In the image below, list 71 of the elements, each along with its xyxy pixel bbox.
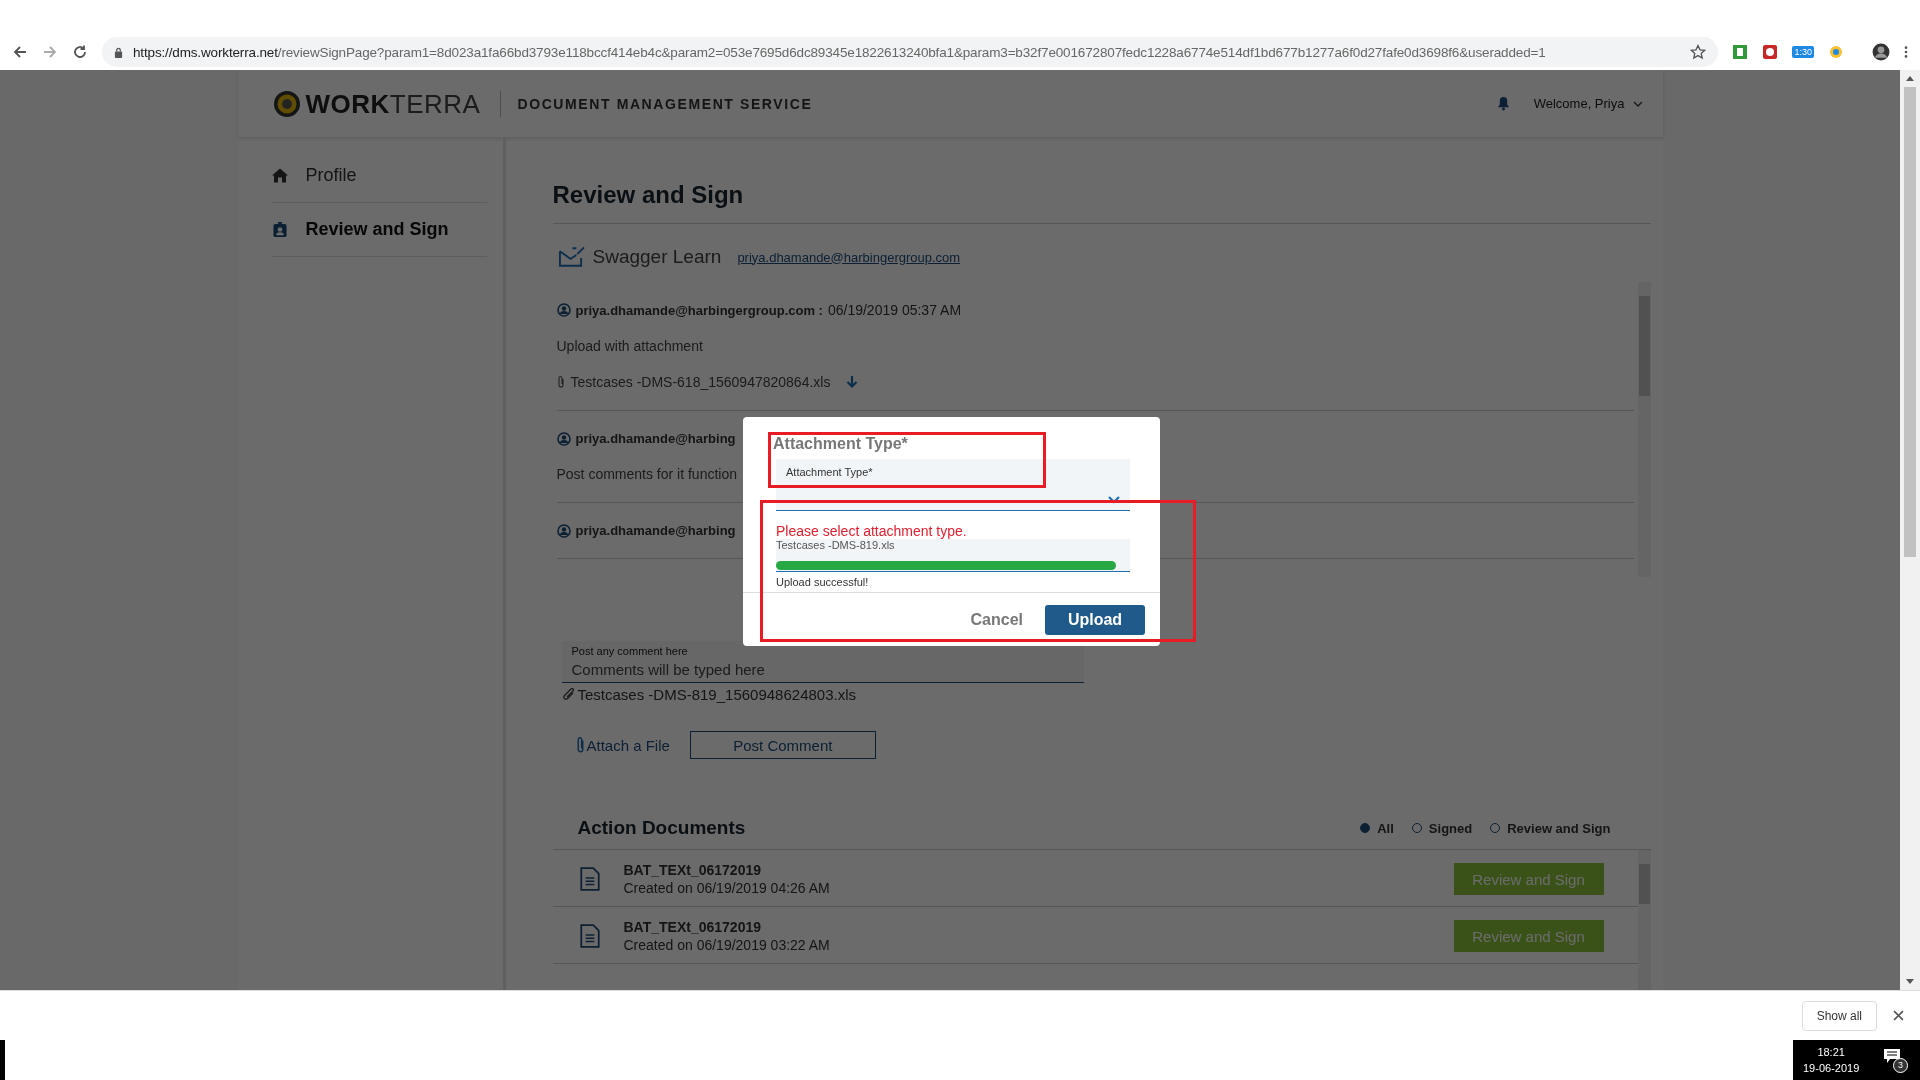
comment-author: priya.dhamande@harbing bbox=[575, 523, 736, 538]
chevron-down-icon[interactable] bbox=[1632, 100, 1643, 107]
comment-timestamp: 06/19/2019 05:37 AM bbox=[827, 302, 962, 318]
comment-input[interactable]: Comments will be typed here bbox=[571, 657, 1074, 680]
scrollbar[interactable] bbox=[1637, 850, 1651, 990]
scroll-down-icon[interactable] bbox=[1906, 979, 1914, 984]
notifications-button[interactable]: 3 bbox=[1884, 1049, 1906, 1071]
file-name: Testcases -DMS-819.xls bbox=[776, 539, 896, 551]
profile-avatar-icon[interactable] bbox=[1872, 43, 1890, 61]
close-icon[interactable] bbox=[1893, 1010, 1904, 1021]
reload-icon[interactable] bbox=[72, 44, 88, 60]
attachment-type-dropdown[interactable]: Attachment Type* bbox=[776, 459, 1130, 511]
scrollbar[interactable] bbox=[1637, 282, 1651, 577]
field-label: Post any comment here bbox=[571, 645, 689, 657]
logo-text: WORKTERRA bbox=[305, 90, 502, 117]
paperclip-icon bbox=[575, 736, 585, 754]
comment-text: Post comments for it function bbox=[556, 466, 738, 482]
comment-author: priya.dhamande@harbing bbox=[575, 431, 736, 446]
star-icon[interactable] bbox=[1690, 44, 1707, 60]
home-icon bbox=[271, 168, 288, 183]
sidebar-item[interactable]: Review and Sign bbox=[271, 203, 487, 257]
upload-status: Upload successful! bbox=[743, 572, 1160, 593]
document-created-date: Created on 06/19/2019 04:26 AM bbox=[623, 880, 831, 896]
document-name: Swagger Learn bbox=[592, 246, 722, 268]
show-all-button[interactable]: Show all bbox=[1801, 1000, 1877, 1031]
extension-badge[interactable]: 1:30 bbox=[1792, 46, 1814, 58]
download-icon[interactable] bbox=[846, 375, 859, 389]
bell-icon[interactable] bbox=[1496, 96, 1510, 111]
document-icon bbox=[579, 867, 600, 891]
section-title: Action Documents bbox=[577, 817, 746, 839]
scrollbar[interactable] bbox=[1900, 70, 1920, 990]
attachment-name: Testcases -DMS-819_1560948624803.xls bbox=[577, 686, 856, 703]
menu-icon[interactable] bbox=[1904, 45, 1908, 59]
error-message: Please select attachment type. bbox=[775, 522, 968, 539]
document-created-date: Created on 06/19/2019 03:22 AM bbox=[623, 937, 831, 953]
email-link[interactable]: priya.dhamande@harbingergroup.com bbox=[737, 249, 961, 265]
attachment-name: Testcases -DMS-618_1560947820864.xls bbox=[570, 374, 831, 390]
envelope-check-icon bbox=[557, 246, 585, 268]
post-comment-button[interactable]: Post Comment bbox=[689, 731, 876, 759]
clock[interactable]: 18:21 19-06-2019 bbox=[1803, 1044, 1860, 1076]
cancel-button[interactable]: Cancel bbox=[964, 610, 1029, 630]
extension-icon[interactable] bbox=[1762, 44, 1779, 60]
comment-text: Upload with attachment bbox=[556, 338, 703, 354]
document-name: BAT_TEXt_06172019 bbox=[623, 862, 762, 878]
filter-radio[interactable]: Signed bbox=[1411, 820, 1473, 836]
paperclip-icon bbox=[556, 375, 565, 389]
comment-field[interactable]: Post any comment here Comments will be typed here bbox=[561, 641, 1084, 683]
scroll-up-icon[interactable] bbox=[1906, 76, 1914, 81]
extension-icon[interactable] bbox=[1732, 44, 1749, 60]
user-circle-icon bbox=[556, 303, 571, 317]
id-badge-icon bbox=[271, 222, 288, 237]
user-circle-icon bbox=[556, 523, 571, 538]
lock-icon bbox=[114, 46, 123, 58]
attach-file-link[interactable]: Attach a File bbox=[575, 736, 670, 754]
logo-icon bbox=[271, 88, 302, 119]
service-title: DOCUMENT MANAGEMENT SERVICE bbox=[517, 95, 813, 112]
comment-author: priya.dhamande@harbingergroup.com : bbox=[575, 302, 823, 318]
field-label: Attachment Type* bbox=[772, 435, 909, 453]
extension-icon[interactable] bbox=[1828, 44, 1844, 60]
filter-radio[interactable]: Review and Sign bbox=[1490, 820, 1611, 836]
user-menu[interactable]: Welcome, Priya bbox=[1533, 96, 1625, 111]
sidebar-item[interactable]: Profile bbox=[271, 149, 487, 203]
document-icon bbox=[579, 924, 600, 948]
paperclip-icon bbox=[561, 687, 576, 702]
address-bar[interactable]: https://dms.workterra.net/reviewSignPage?param1=8d023a1fa66bd3793e118bccf414eb4c&param2=053e7695d6dc89345e1822613240bfa1&param3=b32f7e001672807fedc1228a6774e514df1bd677b1277a6f0d27fafe0d3698f6&useradded=1 bbox=[102, 37, 1719, 67]
page-title: Review and Sign bbox=[552, 137, 1651, 224]
upload-button[interactable]: Upload bbox=[1045, 605, 1145, 635]
document-name: BAT_TEXt_06172019 bbox=[623, 919, 762, 935]
back-icon[interactable] bbox=[12, 44, 28, 60]
filter-radio[interactable]: All bbox=[1360, 820, 1394, 836]
user-circle-icon bbox=[556, 431, 571, 446]
